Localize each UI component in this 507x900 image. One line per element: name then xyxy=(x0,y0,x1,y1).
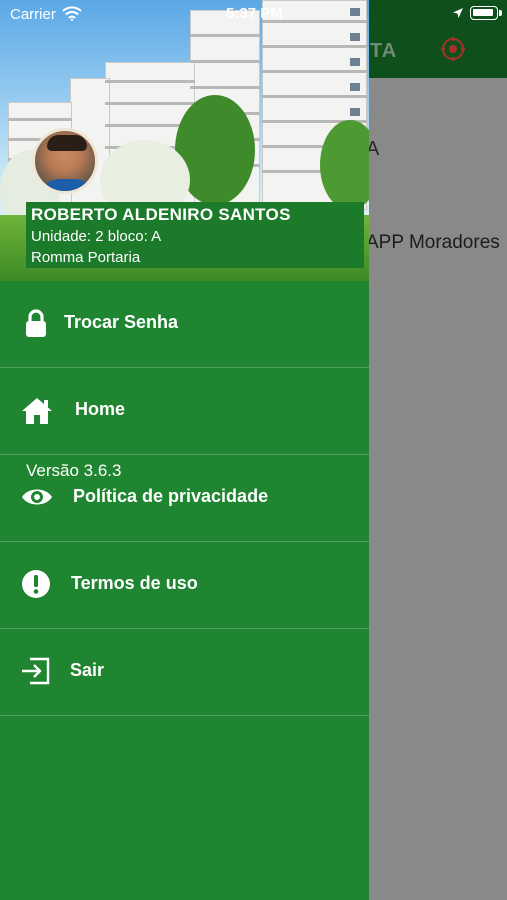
lock-icon xyxy=(26,309,46,337)
menu-item-termos-uso[interactable]: Termos de uso xyxy=(0,542,369,629)
home-icon xyxy=(22,398,52,424)
drawer-menu: Trocar Senha Home Política de privacidad… xyxy=(0,281,369,716)
menu-label: Política de privacidade xyxy=(73,486,269,506)
clock: 5:37 PM xyxy=(226,5,283,22)
menu-item-trocar-senha[interactable]: Trocar Senha xyxy=(0,281,369,368)
eye-icon xyxy=(22,489,52,505)
location-arrow-icon xyxy=(453,8,463,18)
user-condo: Romma Portaria xyxy=(31,249,141,266)
menu-label: Trocar Senha xyxy=(64,312,179,332)
app-version: Versão 3.6.3 xyxy=(26,461,122,480)
user-name: ROBERTO ALDENIRO SANTOS xyxy=(31,205,291,224)
carrier-label: Carrier xyxy=(10,6,56,23)
menu-item-sair[interactable]: Sair xyxy=(0,629,369,716)
exclamation-circle-icon xyxy=(22,570,50,598)
avatar[interactable] xyxy=(32,128,98,194)
battery-tip xyxy=(499,10,502,16)
menu-item-home[interactable]: Home xyxy=(0,368,369,455)
menu-label: Home xyxy=(75,399,126,419)
status-bar: Carrier 5:37 PM xyxy=(0,0,507,28)
user-info-box: ROBERTO ALDENIRO SANTOS Unidade: 2 bloco… xyxy=(26,202,364,268)
logout-icon xyxy=(22,657,50,685)
drawer-header-image: ROBERTO ALDENIRO SANTOS Unidade: 2 bloco… xyxy=(0,0,369,281)
background-subtitle: APP Moradores xyxy=(366,232,500,253)
wifi-icon xyxy=(62,6,82,21)
menu-label: Termos de uso xyxy=(71,573,198,593)
user-unit: Unidade: 2 bloco: A xyxy=(31,228,162,245)
menu-label: Sair xyxy=(70,660,105,680)
add-circle-icon[interactable] xyxy=(440,36,466,62)
navigation-drawer: ROBERTO ALDENIRO SANTOS Unidade: 2 bloco… xyxy=(0,0,369,900)
background-title: TA xyxy=(370,40,398,62)
battery-icon xyxy=(470,6,498,20)
